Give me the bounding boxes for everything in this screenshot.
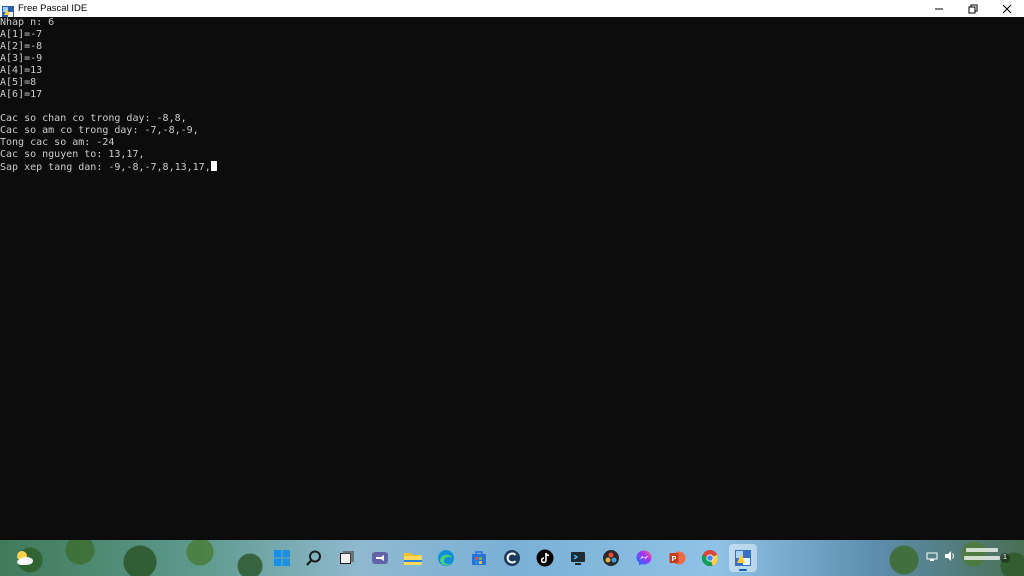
task-view-button[interactable] [333,544,361,572]
messenger-icon [636,550,652,566]
console-line-sorted: Sap xep tang dan: -9,-8,-7,8,13,17, [0,162,211,173]
terminal-app-button[interactable] [564,544,592,572]
restore-button[interactable] [956,0,990,17]
window-controls [922,0,1024,17]
weather-widget[interactable] [12,546,36,570]
search-button[interactable] [300,544,328,572]
notification-badge[interactable]: 1 [1000,553,1010,563]
powerpoint-icon: P [669,551,686,565]
teams-chat-button[interactable] [366,544,394,572]
powerpoint-button[interactable]: P [663,544,691,572]
clock-icon [964,548,1000,560]
minimize-icon [935,8,943,9]
console-line-a2: A[2]=-8 [0,41,43,52]
davinci-button[interactable] [597,544,625,572]
console-line-a1: A[1]=-7 [0,29,43,40]
system-tray [926,546,1002,566]
start-icon [274,550,290,566]
restore-icon [968,4,978,13]
store-icon [472,551,486,565]
terminal-app-icon [571,552,585,565]
edge-button[interactable] [432,544,460,572]
messenger-button[interactable] [630,544,658,572]
window-title: Free Pascal IDE [18,3,88,14]
console-line-negative-numbers: Cac so am co trong day: -7,-8,-9, [0,125,199,136]
start-button[interactable] [268,544,296,572]
console-line-primes: Cac so nguyen to: 13,17, [0,149,145,160]
free-pascal-taskbar-button[interactable] [729,544,757,572]
ccleaner-icon [504,550,520,566]
edge-icon [438,550,454,566]
store-button[interactable] [465,544,493,572]
taskbar: P 1 [0,540,1024,576]
wallpaper-foliage-left [0,540,270,576]
volume-icon[interactable] [944,550,956,562]
chrome-icon [701,550,719,567]
close-button[interactable] [990,0,1024,17]
tiktok-button[interactable] [531,544,559,572]
network-icon[interactable] [926,550,938,562]
console-line-a5: A[5]=8 [0,77,37,88]
davinci-icon [603,550,619,566]
console-line-a3: A[3]=-9 [0,53,43,64]
text-cursor [210,161,217,171]
svg-text:P: P [672,556,677,563]
chrome-button[interactable] [696,544,724,572]
console-line-input-n: Nhap n: 6 [0,17,55,28]
title-bar[interactable]: Free Pascal IDE [0,0,1024,18]
console-line-even-numbers: Cac so chan co trong day: -8,8, [0,113,187,124]
console-line-a6: A[6]=17 [0,89,43,100]
console-line-negative-sum: Tong cac so am: -24 [0,137,115,148]
task-view-icon [340,551,354,564]
weather-icon [17,551,33,565]
console-output[interactable]: Nhap n: 6 A[1]=-7 A[2]=-8 A[3]=-9 A[4]=1… [0,17,1024,540]
teams-chat-icon [372,552,388,564]
console-line-sorted-wrap: Sap xep tang dan: -9,-8,-7,8,13,17, [0,161,1024,173]
free-pascal-icon [735,550,751,566]
file-explorer-icon [404,553,422,565]
tiktok-icon [536,549,554,567]
active-indicator [739,569,747,571]
tray-clock[interactable] [962,546,1002,566]
close-icon [1002,4,1012,13]
free-pascal-window: Free Pascal IDE Nhap n: 6 A[1]=-7 A[2]=-… [0,0,1024,540]
file-explorer-button[interactable] [399,544,427,572]
search-icon [306,550,321,566]
ccleaner-button[interactable] [498,544,526,572]
console-line-a4: A[4]=13 [0,65,43,76]
minimize-button[interactable] [922,0,956,17]
free-pascal-app-icon [2,3,14,18]
